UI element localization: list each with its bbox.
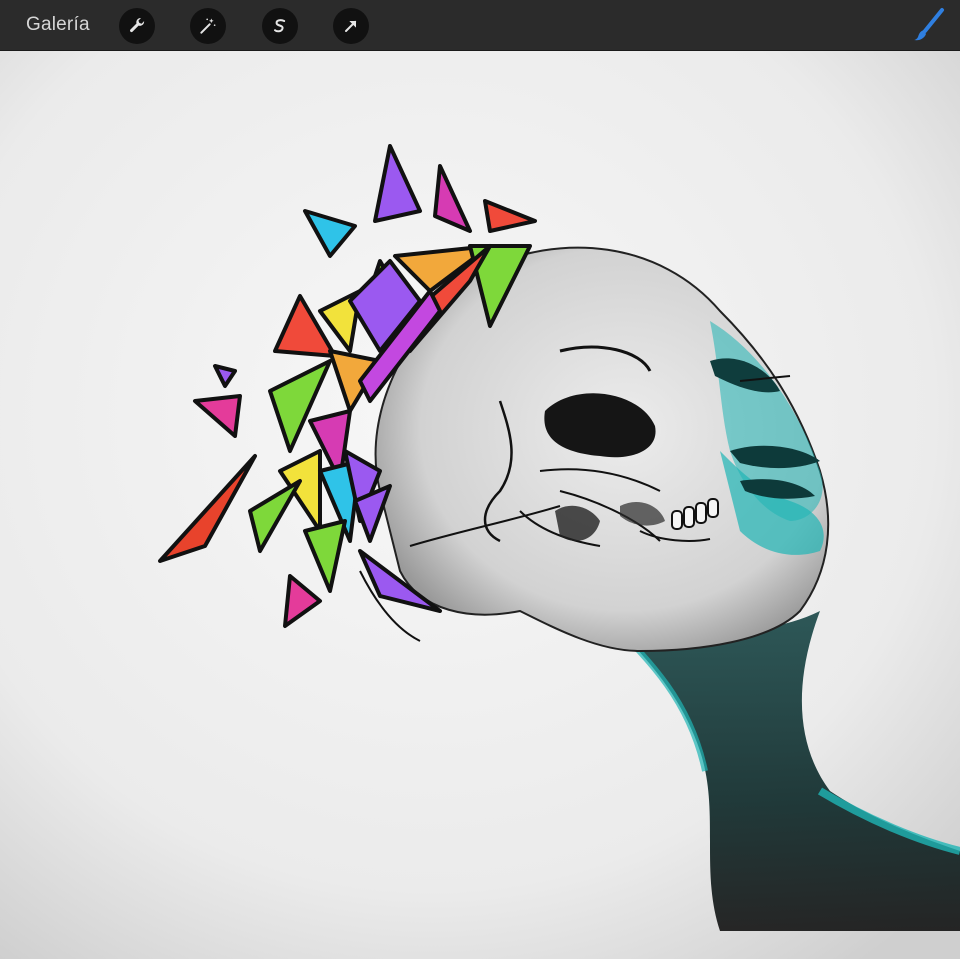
transform-button[interactable] [333,8,369,44]
gallery-button[interactable]: Galería [26,14,90,36]
transform-arrow-icon [345,20,357,32]
selection-button[interactable] [262,8,298,44]
actions-button[interactable] [119,8,155,44]
brush-icon [914,8,944,41]
magic-wand-icon [200,18,216,34]
artwork [0,51,960,959]
wrench-icon [129,18,145,33]
selection-icon [274,19,286,33]
brush-button[interactable] [912,7,946,43]
adjustments-button[interactable] [190,8,226,44]
top-toolbar: Galería [0,0,960,51]
drawing-canvas[interactable] [0,51,960,959]
